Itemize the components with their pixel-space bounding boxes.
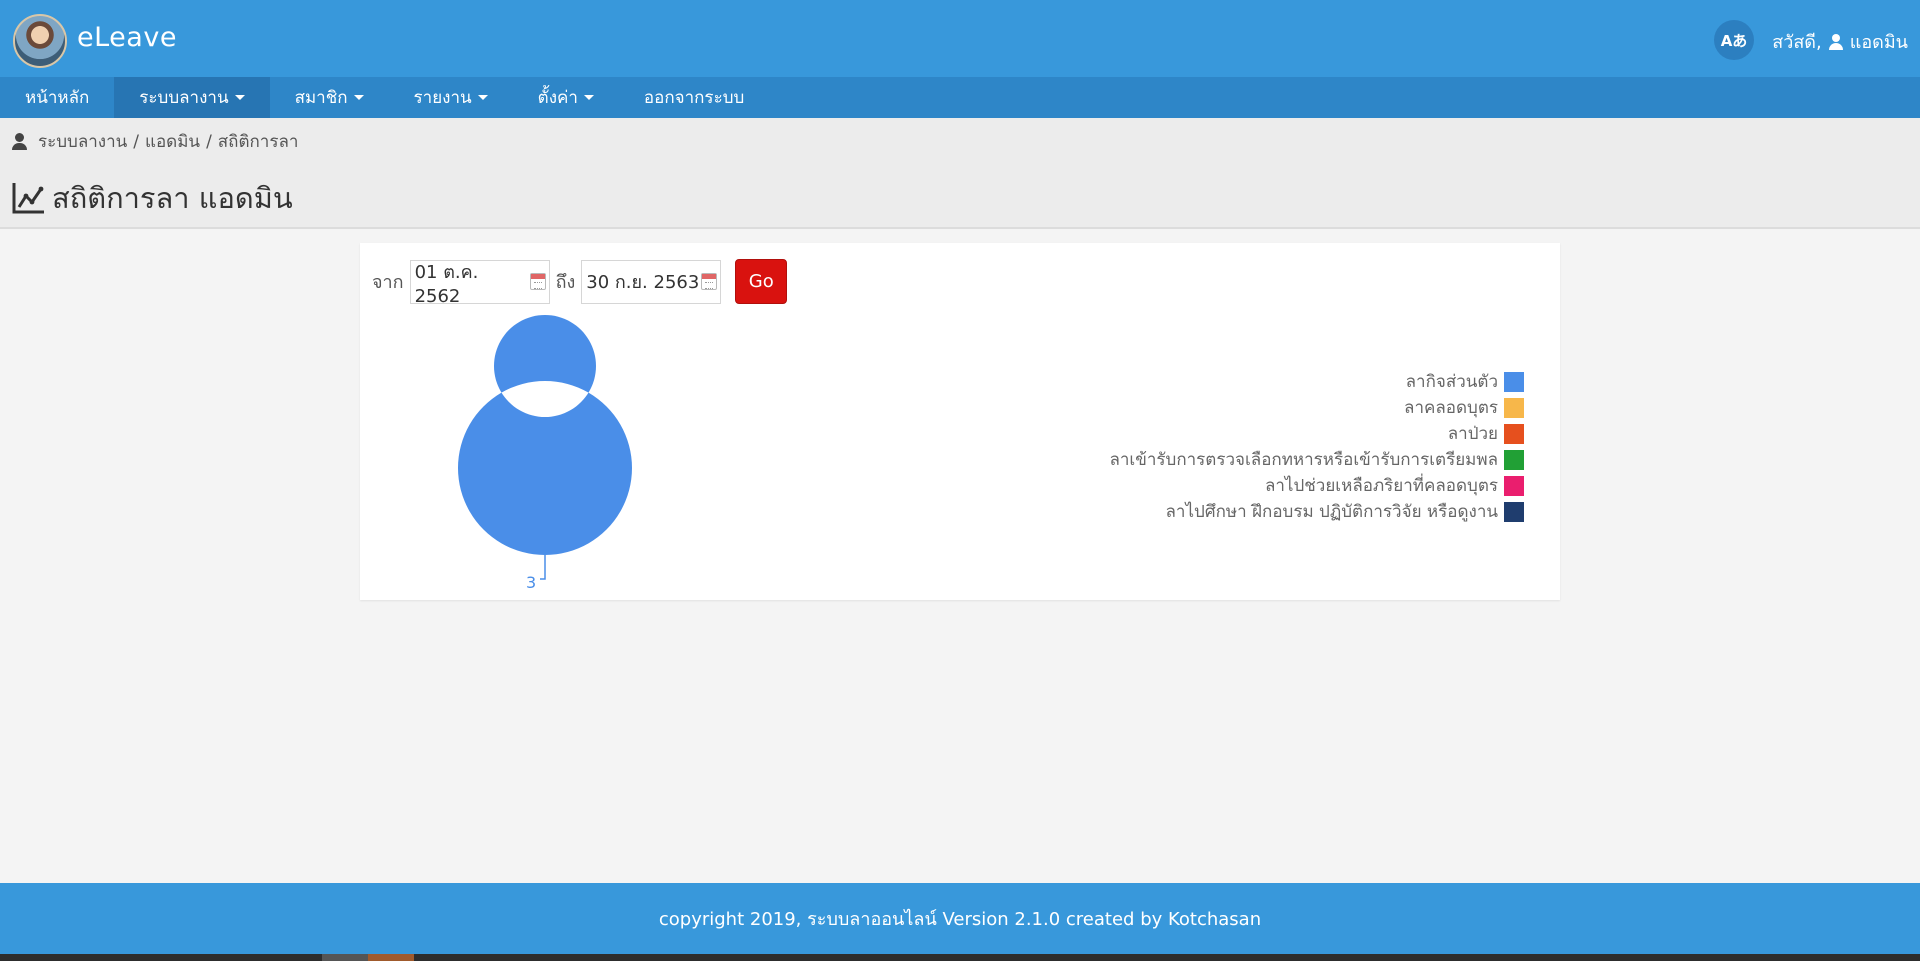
nav-item-logout[interactable]: ออกจากระบบ [619,77,769,118]
legend-label: ลาป่วย [1447,424,1498,444]
legend-label: ลากิจส่วนตัว [1405,372,1498,392]
nav-item-home[interactable]: หน้าหลัก [0,77,114,118]
nav-item-settings[interactable]: ตั้งค่า [513,77,619,118]
app-name[interactable]: eLeave [77,22,177,53]
page-title: สถิติการลา แอดมิน [12,175,293,221]
line-chart-icon [12,183,44,214]
caret-down-icon [353,95,364,100]
nav-label: หน้าหลัก [25,88,90,108]
user-greeting[interactable]: สวัสดี, แอดมิน [1772,27,1908,56]
nav-label: สมาชิก [294,88,348,108]
nav-item-reports[interactable]: รายงาน [389,77,513,118]
legend-item[interactable]: ลากิจส่วนตัว [1406,371,1524,392]
donut-slice[interactable] [457,315,632,555]
legend-item[interactable]: ลาคลอดบุตร [1404,397,1524,418]
legend-item[interactable]: ลาไปศึกษา ฝึกอบรม ปฏิบัติการวิจัย หรือดู… [1166,501,1524,522]
nav-label: ตั้งค่า [537,88,578,108]
footer-text: copyright 2019, ระบบลาออนไลน์ Version 2.… [658,909,1262,930]
nav-item-leave-system[interactable]: ระบบลางาน [114,77,270,118]
legend-label: ลาไปศึกษา ฝึกอบรม ปฏิบัติการวิจัย หรือดู… [1165,502,1498,522]
data-label: 3 [526,573,536,592]
legend-swatch [1504,371,1524,392]
legend-swatch [1504,501,1524,522]
breadcrumb-item: สถิติการลา [217,132,299,152]
language-button[interactable]: Aあ [1714,20,1754,60]
main-nav: หน้าหลัก ระบบลางาน สมาชิก รายงาน ตั้งค่า… [0,77,1920,118]
legend-swatch [1504,397,1524,418]
breadcrumb-item[interactable]: แอดมิน [145,128,200,155]
legend-item[interactable]: ลาเข้ารับการตรวจเลือกทหารหรือเข้ารับการเ… [1109,449,1524,470]
page-title-text: สถิติการลา แอดมิน [52,181,293,215]
legend-swatch [1504,449,1524,470]
footer: copyright 2019, ระบบลาออนไลน์ Version 2.… [0,883,1920,954]
greeting-text: สวัสดี, [1772,32,1822,53]
chart-legend: ลากิจส่วนตัวลาคลอดบุตรลาป่วยลาเข้ารับการ… [1109,371,1524,522]
user-icon [1828,33,1844,50]
nav-label: ระบบลางาน [139,88,229,108]
taskbar-item [322,954,368,961]
legend-label: ลาไปช่วยเหลือภริยาที่คลอดบุตร [1264,476,1498,496]
stats-card: จาก 01 ต.ค. 2562 ถึง 30 ก.ย. 2563 Go 3 ล… [360,243,1560,600]
top-header: eLeave Aあ สวัสดี, แอดมิน [0,0,1920,77]
caret-down-icon [234,95,245,100]
caret-down-icon [583,95,594,100]
breadcrumb-separator: / [133,131,140,152]
page-header: ระบบลางาน / แอดมิน / สถิติการลา สถิติการ… [0,118,1920,229]
taskbar-item [368,954,414,961]
nav-label: รายงาน [413,88,472,108]
nav-label: ออกจากระบบ [643,88,745,108]
caret-down-icon [477,95,488,100]
legend-label: ลาคลอดบุตร [1404,398,1498,418]
legend-swatch [1504,423,1524,444]
user-name: แอดมิน [1849,32,1908,53]
legend-label: ลาเข้ารับการตรวจเลือกทหารหรือเข้ารับการเ… [1109,450,1498,470]
data-label-leader [540,555,546,580]
bottom-strip [0,954,1920,961]
breadcrumb-separator: / [206,131,212,152]
nav-item-members[interactable]: สมาชิก [270,77,389,118]
logo-avatar[interactable] [13,14,67,68]
legend-item[interactable]: ลาป่วย [1448,423,1524,444]
breadcrumb: ระบบลางาน / แอดมิน / สถิติการลา [12,128,298,155]
legend-item[interactable]: ลาไปช่วยเหลือภริยาที่คลอดบุตร [1265,475,1524,496]
legend-swatch [1504,475,1524,496]
breadcrumb-item[interactable]: ระบบลางาน [38,128,127,155]
user-check-icon [12,132,32,151]
